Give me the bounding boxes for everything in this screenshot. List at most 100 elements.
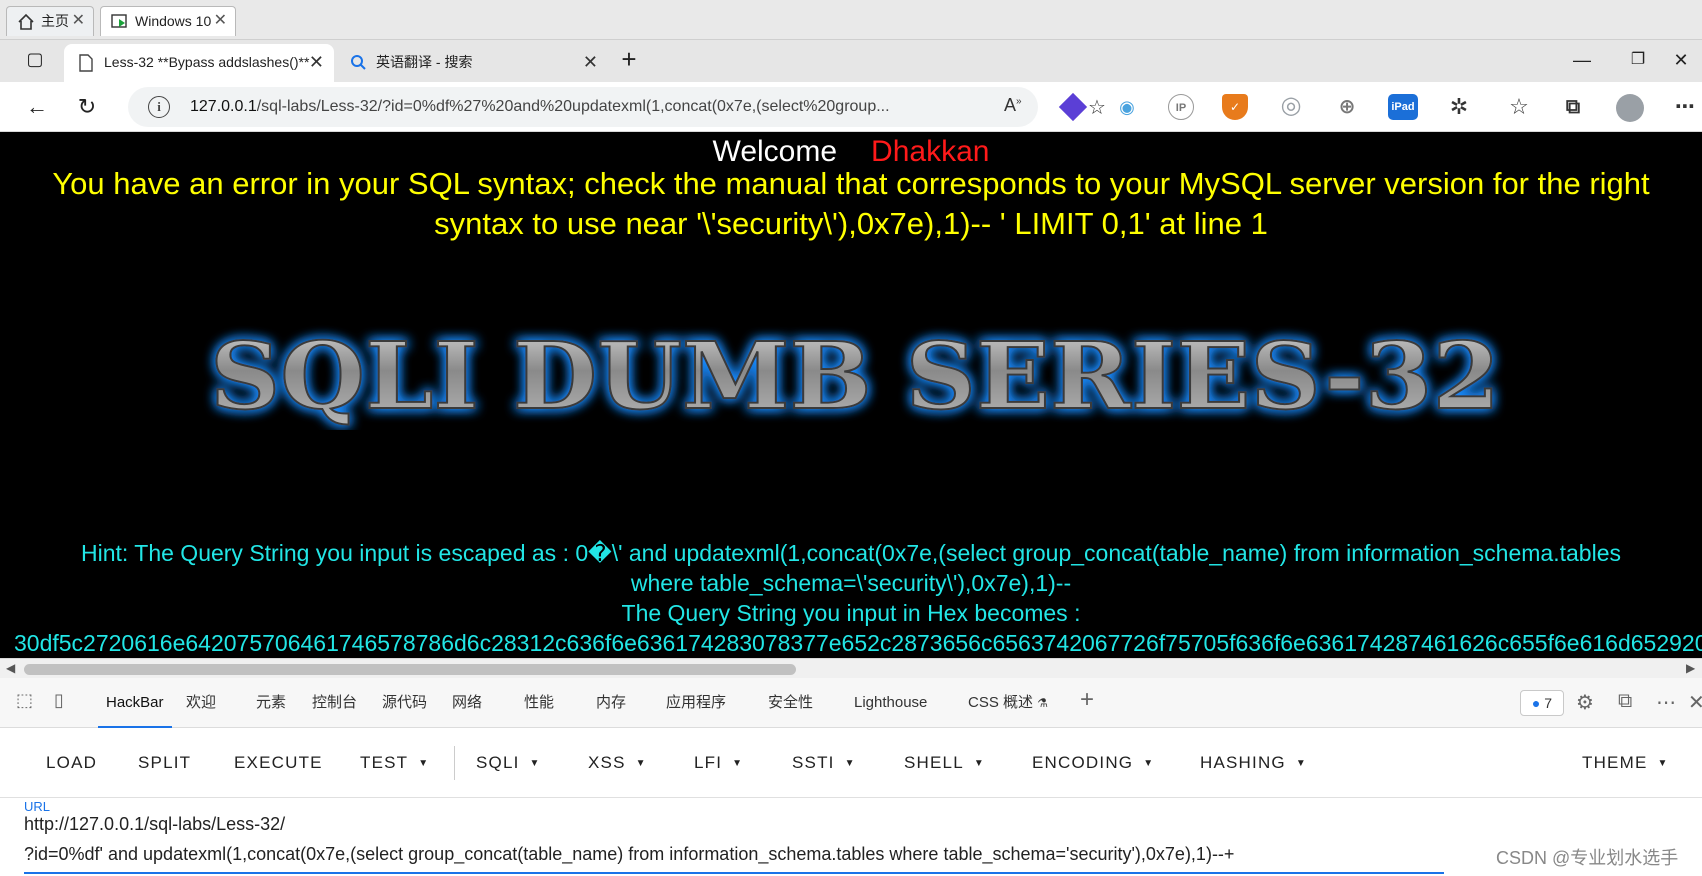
dock-icon[interactable]: ⧉ [1618,690,1632,713]
tab-elements[interactable]: 元素 [256,678,286,728]
xss-dropdown[interactable]: XSS ▼ [588,728,647,798]
caret-down-icon: ▼ [418,757,430,769]
toolbar-divider [454,746,455,780]
eye-extension-icon[interactable]: ◉ [1114,94,1140,120]
shield-extension-icon[interactable]: ✓ [1222,94,1248,120]
more-tabs-plus-icon[interactable]: + [1080,686,1094,714]
read-aloud-icon[interactable]: A» [1004,95,1022,116]
tab-welcome[interactable]: 欢迎 [186,678,216,728]
back-button[interactable]: ← [20,90,54,124]
encoding-label: ENCODING [1032,753,1134,772]
tab-label: CSS 概述 [968,694,1034,711]
hint-line-1: Hint: The Query String you input is esca… [81,540,1621,566]
url-focus-underline [24,872,1444,874]
info-icon[interactable]: i [148,96,170,118]
tab-less32[interactable]: Less-32 **Bypass addslashes()** ✕ [64,44,334,82]
restore-button[interactable]: ❐ [1610,40,1666,80]
watermark: CSDN @专业划水选手 [1496,848,1679,868]
tab-performance[interactable]: 性能 [524,678,554,728]
hint-line-2: where table_schema=\'security\'),0x7e),1… [630,570,1072,596]
home-icon [18,13,34,30]
address-bar[interactable]: i 127.0.0.1/sql-labs/Less-32/?id=0%df%27… [128,87,1106,127]
address-url[interactable]: 127.0.0.1/sql-labs/Less-32/?id=0%df%27%2… [190,87,950,127]
sql-error-message: You have an error in your SQL syntax; ch… [52,166,1650,241]
encoding-dropdown[interactable]: ENCODING ▼ [1032,728,1154,798]
ipad-extension-icon[interactable]: iPad [1388,94,1418,120]
test-label: TEST [360,753,409,772]
scrollbar-thumb[interactable] [24,664,796,675]
tab-hackbar[interactable]: HackBar [98,678,172,728]
shell-label: SHELL [904,753,964,772]
profile-avatar[interactable] [1616,94,1644,122]
refresh-button[interactable]: ↻ [70,90,104,124]
xss-label: XSS [588,753,626,772]
execute-button[interactable]: EXECUTE [234,728,323,798]
tab-network[interactable]: 网络 [452,678,482,728]
sqli-dropdown[interactable]: SQLI ▼ [476,728,541,798]
lfi-label: LFI [694,753,723,772]
hackbar-url-field[interactable]: URL http://127.0.0.1/sql-labs/Less-32/ ?… [0,798,1702,876]
tab-lighthouse[interactable]: Lighthouse [854,678,927,728]
caret-down-icon: ▼ [732,757,744,769]
hint-block: Hint: The Query String you input is esca… [0,538,1702,628]
circle-extension-icon[interactable]: ◎ [1278,94,1304,120]
device-toolbar-icon[interactable]: ▯ [54,690,64,711]
close-icon[interactable]: ✕ [583,44,598,80]
caret-down-icon: ▼ [529,757,541,769]
split-button[interactable]: SPLIT [138,728,191,798]
extensions-icon[interactable]: ✲ [1446,94,1472,120]
test-dropdown[interactable]: TEST ▼ [360,728,429,798]
ip-extension-icon[interactable]: IP [1168,94,1194,120]
vm-tab-windows10[interactable]: Windows 10 ✕ [100,6,236,36]
badge-extension-icon[interactable] [1058,92,1088,122]
tab-sources[interactable]: 源代码 [382,678,427,728]
close-icon[interactable]: ✕ [72,7,85,35]
close-window-button[interactable]: ✕ [1660,40,1702,80]
scroll-left-icon[interactable]: ◀ [6,661,15,675]
theme-label: THEME [1582,753,1648,772]
lfi-dropdown[interactable]: LFI ▼ [694,728,743,798]
close-icon[interactable]: ✕ [214,7,227,35]
flask-icon: ⚗ [1037,696,1048,710]
address-host: 127.0.0.1 [190,98,257,115]
caret-down-icon: ▼ [973,757,985,769]
favorites-icon[interactable]: ☆ [1506,94,1532,120]
shell-dropdown[interactable]: SHELL ▼ [904,728,985,798]
new-tab-button[interactable]: + [612,42,646,76]
collections-icon[interactable]: ⧉ [1560,94,1586,120]
close-icon[interactable]: ✕ [309,44,324,80]
more-options-icon[interactable]: ⋯ [1656,690,1676,715]
issues-badge[interactable]: ● 7 [1520,690,1564,716]
vm-tab-label: Windows 10 [135,13,212,29]
theme-dropdown[interactable]: THEME ▼ [1582,728,1669,798]
url-line-2[interactable]: ?id=0%df' and updatexml(1,concat(0x7e,(s… [24,844,1234,865]
tab-memory[interactable]: 内存 [596,678,626,728]
inspect-icon[interactable]: ⬚ [16,690,33,711]
close-devtools-icon[interactable]: ✕ [1688,690,1702,715]
caret-down-icon: ▼ [1657,757,1669,769]
tab-security[interactable]: 安全性 [768,678,813,728]
ssti-dropdown[interactable]: SSTI ▼ [792,728,856,798]
tab-css-overview[interactable]: CSS 概述 ⚗ [968,678,1048,728]
caret-down-icon: ▼ [1143,757,1155,769]
devtools-tab-bar: ⬚ ▯ HackBar 欢迎 元素 控制台 源代码 网络 性能 内存 应用程序 … [0,678,1702,728]
settings-gear-icon[interactable]: ⚙ [1576,690,1594,715]
add-favorite-icon[interactable]: ☆ [1088,95,1106,120]
tab-actions-icon[interactable]: ▢ [18,42,52,76]
url-line-1[interactable]: http://127.0.0.1/sql-labs/Less-32/ [24,814,285,835]
hashing-dropdown[interactable]: HASHING ▼ [1200,728,1307,798]
vm-tab-label: 主页 [41,13,69,29]
globe-extension-icon[interactable]: ⊕ [1334,94,1360,120]
navigation-bar: ← ↻ i 127.0.0.1/sql-labs/Less-32/?id=0%d… [0,82,1702,132]
hashing-label: HASHING [1200,753,1286,772]
minimize-button[interactable]: — [1554,40,1610,80]
vm-tab-home[interactable]: 主页 ✕ [6,6,94,36]
scroll-right-icon[interactable]: ▶ [1686,661,1695,675]
browser-tab-bar: ▢ Less-32 **Bypass addslashes()** ✕ 英语翻译… [0,40,1702,82]
more-icon[interactable]: ⋯ [1672,94,1698,120]
tab-console[interactable]: 控制台 [312,678,357,728]
horizontal-scrollbar[interactable]: ◀ ▶ [0,658,1702,678]
tab-application[interactable]: 应用程序 [666,678,726,728]
tab-translate[interactable]: 英语翻译 - 搜索 ✕ [336,44,608,82]
load-button[interactable]: LOAD [46,728,97,798]
